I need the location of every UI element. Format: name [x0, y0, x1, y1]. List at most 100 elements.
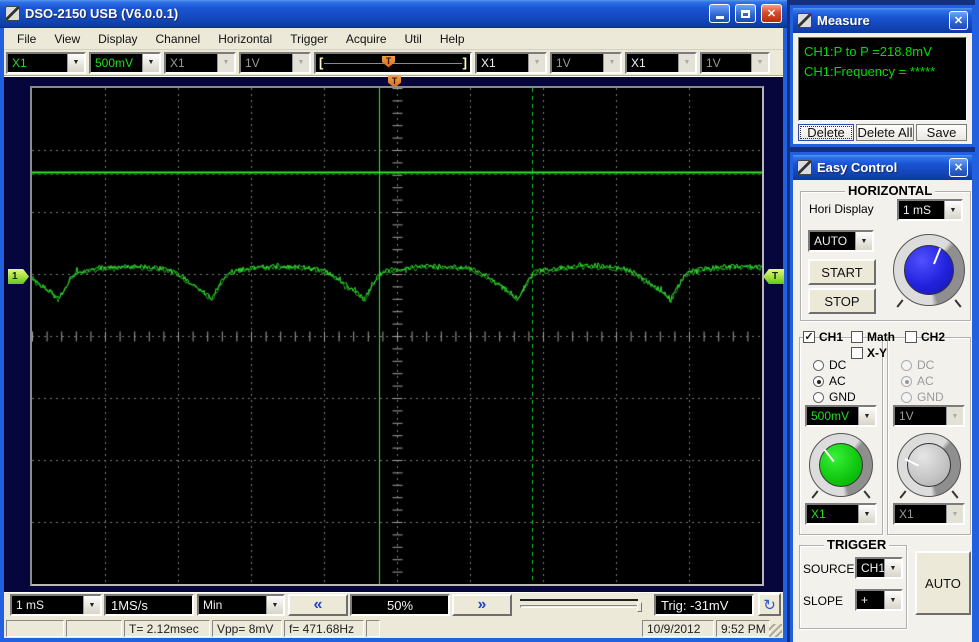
ch1-volts-combo[interactable]: 500mV ▼: [89, 52, 161, 74]
ch1-checkbox[interactable]: ✓: [803, 331, 815, 343]
status-time: 9:52 PM: [716, 620, 770, 637]
ch2-checkbox-label: CH2: [921, 330, 945, 344]
ch2-checkbox-row[interactable]: CH2: [905, 330, 945, 344]
scroll-right-icon: »: [478, 598, 487, 612]
slider-left-bracket: [: [319, 55, 323, 70]
buffer-combo[interactable]: Min ▼: [197, 594, 285, 616]
main-titlebar[interactable]: DSO-2150 USB (V6.0.0.1) ✕: [0, 0, 787, 28]
menu-file[interactable]: File: [8, 30, 45, 48]
ch2-dc-radio-row[interactable]: DC: [901, 358, 934, 372]
menu-acquire[interactable]: Acquire: [337, 30, 396, 48]
knob-leg: [955, 299, 962, 307]
trigger-source-combo[interactable]: CH1 ▼: [855, 557, 903, 579]
slider-right-bracket: ]: [463, 55, 467, 70]
measure-line-frequency: CH1:Frequency = *****: [804, 62, 961, 82]
trigger-auto-button[interactable]: AUTO: [915, 551, 971, 615]
menu-display[interactable]: Display: [89, 30, 146, 48]
delete-all-button[interactable]: Delete All: [856, 124, 914, 141]
ch1-gnd-label: GND: [829, 390, 856, 404]
math-checkbox[interactable]: [851, 331, 863, 343]
dropdown-arrow-icon[interactable]: ▼: [83, 596, 100, 614]
start-button[interactable]: START: [808, 259, 876, 285]
trigger-position-marker[interactable]: T: [382, 56, 395, 68]
status-date: 10/9/2012: [642, 620, 714, 637]
ch2-volts-value: 1V: [241, 54, 292, 72]
dropdown-arrow-icon[interactable]: ▼: [944, 201, 961, 219]
dropdown-arrow-icon[interactable]: ▼: [884, 559, 901, 577]
ch2-knob[interactable]: [897, 433, 961, 497]
measure-titlebar[interactable]: Measure ✕: [793, 8, 972, 33]
waveform-canvas[interactable]: [32, 88, 762, 584]
ch2-probe-combo[interactable]: X1 ▼: [164, 52, 236, 74]
timebase-value: 1 mS: [12, 596, 83, 614]
trigger-position-slider[interactable]: [ ] T: [314, 52, 472, 74]
ch1-probe-combo[interactable]: X1 ▼: [6, 52, 86, 74]
ch2-knob-face: [907, 443, 952, 488]
ch1-knob[interactable]: [809, 433, 873, 497]
aux2-volts-combo[interactable]: 1V ▼: [700, 52, 770, 74]
scroll-right-button[interactable]: »: [452, 594, 512, 616]
app-icon: [5, 6, 20, 21]
ch2-checkbox[interactable]: [905, 331, 917, 343]
ch1-gnd-radio[interactable]: [813, 392, 824, 403]
level-slider-handle[interactable]: [637, 602, 642, 612]
scope-display[interactable]: [30, 86, 764, 586]
dropdown-arrow-icon[interactable]: ▼: [266, 596, 283, 614]
dropdown-arrow-icon[interactable]: ▼: [142, 54, 159, 72]
scroll-left-button[interactable]: «: [288, 594, 348, 616]
maximize-button[interactable]: [735, 4, 756, 23]
ch1-gnd-radio-row[interactable]: GND: [813, 390, 856, 404]
aux1-volts-value: 1V: [552, 54, 603, 72]
ch1-ac-radio[interactable]: [813, 376, 824, 387]
measure-panel: Measure ✕ CH1:P to P =218.8mV CH1:Freque…: [790, 5, 975, 147]
aux1-volts-combo[interactable]: 1V ▼: [550, 52, 622, 74]
menu-view[interactable]: View: [45, 30, 89, 48]
level-slider-groove: [520, 605, 638, 608]
measure-close-button[interactable]: ✕: [949, 11, 968, 30]
ch1-dc-radio-row[interactable]: DC: [813, 358, 846, 372]
ch2-volts-combo[interactable]: 1V ▼: [239, 52, 311, 74]
dropdown-arrow-icon[interactable]: ▼: [858, 407, 875, 425]
aux2-probe-value: X1: [627, 54, 678, 72]
ch1-checkbox-row[interactable]: ✓ CH1: [803, 330, 843, 344]
ch2-gnd-radio-row[interactable]: GND: [901, 390, 944, 404]
menu-channel[interactable]: Channel: [147, 30, 210, 48]
ch1-volts-panel-combo[interactable]: 500mV ▼: [805, 405, 877, 427]
menu-trigger[interactable]: Trigger: [281, 30, 337, 48]
ch1-probe-panel-combo[interactable]: X1 ▼: [805, 503, 877, 525]
hori-mode-combo[interactable]: AUTO ▼: [808, 230, 874, 252]
dropdown-arrow-icon[interactable]: ▼: [855, 232, 872, 250]
save-button[interactable]: Save: [916, 124, 967, 141]
timebase-combo[interactable]: 1 mS ▼: [10, 594, 102, 616]
stop-button[interactable]: STOP: [808, 288, 876, 314]
ch1-dc-radio[interactable]: [813, 360, 824, 371]
slope-label: SLOPE: [803, 594, 843, 608]
resize-grip[interactable]: [769, 624, 782, 637]
minimize-icon: [716, 16, 724, 19]
ch1-ac-label: AC: [829, 374, 846, 388]
xy-checkbox-row[interactable]: X-Y: [851, 346, 887, 360]
refresh-button[interactable]: ↻: [758, 593, 781, 616]
status-cell-empty-3: [366, 620, 380, 637]
math-checkbox-row[interactable]: Math: [851, 330, 895, 344]
ch1-ac-radio-row[interactable]: AC: [813, 374, 846, 388]
ch2-ac-radio-row[interactable]: AC: [901, 374, 934, 388]
level-slider[interactable]: [520, 596, 648, 614]
menu-horizontal[interactable]: Horizontal: [209, 30, 281, 48]
dropdown-arrow-icon[interactable]: ▼: [858, 505, 875, 523]
delete-button[interactable]: Delete: [798, 124, 854, 141]
minimize-button[interactable]: [709, 4, 730, 23]
dropdown-arrow-icon[interactable]: ▼: [884, 591, 901, 609]
aux2-probe-combo[interactable]: X1 ▼: [625, 52, 697, 74]
aux1-probe-combo[interactable]: X1 ▼: [475, 52, 547, 74]
easy-control-close-button[interactable]: ✕: [949, 158, 968, 177]
xy-checkbox[interactable]: [851, 347, 863, 359]
horizontal-knob[interactable]: [893, 234, 965, 306]
menu-util[interactable]: Util: [396, 30, 431, 48]
easy-control-titlebar[interactable]: Easy Control ✕: [793, 155, 972, 180]
trigger-slope-combo[interactable]: + ▼: [855, 589, 903, 611]
close-button[interactable]: ✕: [761, 4, 782, 23]
menu-help[interactable]: Help: [431, 30, 474, 48]
hori-timebase-combo[interactable]: 1 mS ▼: [897, 199, 963, 221]
dropdown-arrow-icon[interactable]: ▼: [67, 54, 84, 72]
